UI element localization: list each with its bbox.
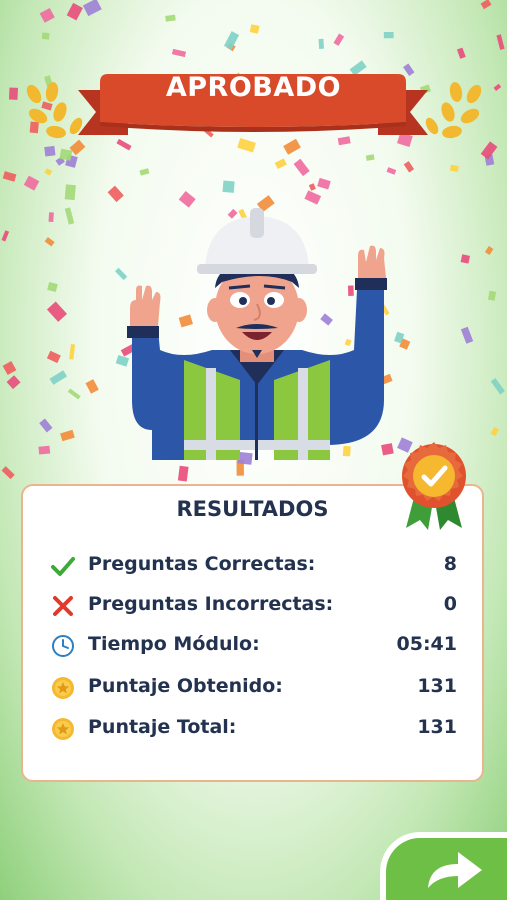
confetti-piece — [47, 282, 58, 293]
confetti-piece — [64, 184, 76, 201]
star-coin-icon — [52, 677, 74, 699]
confetti-piece — [44, 168, 53, 176]
confetti-piece — [308, 183, 316, 191]
clock-icon — [52, 635, 74, 657]
total-score-row: Puntaje Total: 131 — [51, 713, 457, 745]
star-coin-icon — [52, 718, 74, 740]
confetti-piece — [383, 32, 394, 39]
confetti-piece — [85, 379, 99, 394]
next-button[interactable] — [380, 832, 507, 900]
confetti-piece — [1, 230, 10, 242]
correct-answers-value: 8 — [443, 553, 457, 575]
confetti-piece — [249, 24, 260, 34]
confetti-piece — [49, 370, 68, 385]
share-arrow-icon — [428, 852, 482, 888]
confetti-piece — [293, 158, 310, 177]
confetti-piece — [46, 301, 67, 322]
confetti-piece — [38, 445, 51, 455]
confetti-piece — [484, 154, 495, 166]
medal-icon — [402, 442, 466, 530]
confetti-piece — [82, 0, 102, 17]
confetti-piece — [480, 141, 498, 160]
confetti-piece — [226, 42, 236, 52]
correct-answers-label: Preguntas Correctas: — [88, 553, 316, 575]
confetti-piece — [1, 466, 15, 480]
confetti-piece — [317, 177, 331, 190]
confetti-piece — [274, 158, 287, 170]
confetti-piece — [139, 168, 150, 176]
confetti-piece — [39, 8, 55, 23]
confetti-piece — [365, 154, 375, 161]
confetti-piece — [2, 171, 17, 182]
confetti-piece — [44, 237, 55, 247]
score-obtained-value: 131 — [417, 675, 457, 697]
confetti-piece — [222, 180, 235, 193]
total-score-label: Puntaje Total: — [88, 716, 237, 738]
correct-answers-row: Preguntas Correctas: 8 — [51, 550, 457, 582]
confetti-piece — [39, 418, 53, 433]
confetti-piece — [496, 34, 505, 50]
confetti-piece — [48, 212, 54, 223]
confetti-piece — [333, 33, 345, 46]
worker-character — [127, 208, 387, 460]
confetti-piece — [490, 378, 505, 395]
total-score-value: 131 — [417, 716, 457, 738]
confetti-piece — [60, 429, 75, 442]
confetti-piece — [64, 207, 75, 225]
confetti-piece — [2, 361, 17, 375]
confetti-piece — [484, 246, 494, 255]
confetti-piece — [44, 145, 56, 157]
confetti-piece — [55, 156, 66, 166]
next-button-fill — [386, 838, 507, 900]
check-icon — [51, 557, 75, 576]
confetti-piece — [403, 161, 415, 173]
module-time-label: Tiempo Módulo: — [88, 633, 260, 655]
confetti-piece — [46, 350, 61, 364]
confetti-piece — [223, 31, 240, 50]
results-screen: APROBADO RESULTADOS Preguntas Correctas:… — [0, 0, 507, 900]
module-time-row: Tiempo Módulo: 05:41 — [51, 630, 457, 662]
confetti-piece — [318, 38, 325, 49]
confetti-piece — [480, 0, 492, 10]
score-obtained-row: Puntaje Obtenido: 131 — [51, 672, 457, 704]
confetti-piece — [487, 290, 497, 301]
module-time-value: 05:41 — [396, 633, 457, 655]
confetti-piece — [171, 48, 187, 58]
confetti-piece — [66, 2, 83, 21]
incorrect-answers-label: Preguntas Incorrectas: — [88, 593, 334, 615]
cross-icon — [53, 596, 73, 616]
confetti-piece — [67, 388, 81, 400]
confetti-piece — [456, 47, 466, 59]
confetti-piece — [165, 14, 176, 22]
confetti-piece — [23, 175, 40, 191]
approved-title: APROBADO — [165, 72, 342, 103]
confetti-piece — [69, 343, 76, 360]
confetti-piece — [490, 426, 500, 437]
confetti-piece — [6, 375, 21, 390]
incorrect-answers-value: 0 — [443, 593, 457, 615]
incorrect-answers-row: Preguntas Incorrectas: 0 — [51, 590, 457, 622]
confetti-piece — [449, 164, 459, 172]
confetti-piece — [386, 167, 397, 175]
confetti-piece — [460, 326, 474, 344]
confetti-piece — [460, 254, 471, 264]
score-obtained-label: Puntaje Obtenido: — [88, 675, 283, 697]
confetti-piece — [59, 148, 73, 161]
confetti-piece — [41, 32, 50, 40]
confetti-piece — [65, 154, 78, 168]
